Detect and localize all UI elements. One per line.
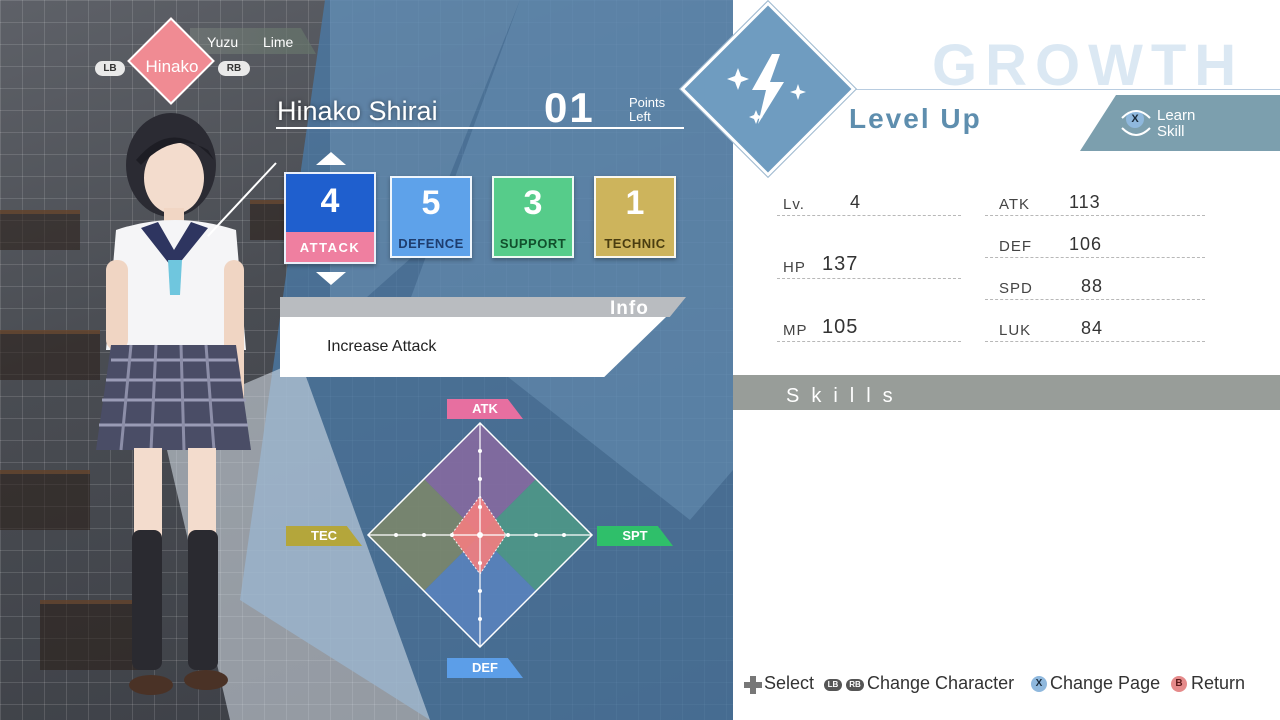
stat-value: 1: [625, 184, 645, 222]
character-tab-yuzu[interactable]: Yuzu: [207, 34, 238, 50]
footer-return[interactable]: Return: [1191, 673, 1245, 694]
status-value: 84: [1081, 318, 1104, 338]
name-underline: [276, 127, 684, 129]
status-label: Lv.: [783, 196, 805, 213]
status-row-lv: Lv. 4: [777, 188, 961, 216]
current-character-name[interactable]: Hinako: [130, 57, 214, 77]
lb-button-icon[interactable]: LB: [95, 61, 125, 76]
stat-box-technic[interactable]: 1 TECHNIC: [594, 176, 676, 258]
status-label: HP: [783, 259, 806, 276]
footer-select: Select: [764, 673, 815, 693]
character-tab-lime[interactable]: Lime: [263, 34, 293, 50]
stat-value: 3: [523, 184, 543, 222]
status-row-mp: MP 105: [777, 314, 961, 342]
x-button-icon: X: [1031, 676, 1047, 692]
status-row-def: DEF 106: [985, 230, 1205, 258]
status-row-hp: HP 137: [777, 251, 961, 279]
character-full-name: Hinako Shirai: [277, 96, 438, 126]
status-label: ATK: [999, 196, 1031, 213]
status-label: LUK: [999, 322, 1032, 339]
growth-divider: [840, 89, 1280, 90]
status-value: 88: [1081, 276, 1104, 296]
dpad-icon: [744, 676, 762, 694]
status-label: DEF: [999, 238, 1032, 255]
info-description: Increase Attack: [327, 338, 437, 355]
level-up-title: Level Up: [849, 103, 982, 134]
rb-button-icon: RB: [846, 679, 864, 691]
status-value: 4: [850, 192, 862, 212]
rb-button-icon[interactable]: RB: [218, 61, 250, 76]
points-left-label: Points Left: [629, 95, 666, 124]
stat-label: TECHNIC: [604, 236, 666, 251]
stat-box-support[interactable]: 3 SUPPORT: [492, 176, 574, 258]
decrease-arrow-icon[interactable]: [316, 272, 346, 285]
stat-box-attack[interactable]: 4 ATTACK: [284, 172, 376, 264]
stat-label: SUPPORT: [499, 236, 567, 251]
status-value: 113: [1069, 192, 1101, 212]
status-row-spd: SPD 88: [985, 272, 1205, 300]
sparkle-lightning-icon: [727, 54, 806, 124]
info-title: Info: [610, 298, 649, 319]
status-value: 106: [1069, 234, 1103, 254]
status-value: 105: [822, 316, 859, 338]
points-left-value: 01: [544, 84, 595, 131]
b-button-icon: B: [1171, 676, 1187, 692]
footer-change-character[interactable]: Change Character: [867, 673, 1014, 694]
stat-label: ATTACK: [286, 232, 374, 262]
stat-value: 4: [320, 182, 340, 220]
cycle-arrows-icon: [1121, 110, 1151, 136]
footer-change-page[interactable]: Change Page: [1050, 673, 1160, 694]
status-row-atk: ATK 113: [985, 188, 1205, 216]
lb-button-icon: LB: [824, 679, 842, 691]
learn-skill-label: Learn Skill: [1157, 107, 1196, 140]
status-label: MP: [783, 322, 808, 339]
status-value: 137: [822, 253, 859, 275]
skills-header: Skills: [786, 385, 905, 407]
stat-label: DEFENCE: [398, 236, 464, 251]
status-label: SPD: [999, 280, 1033, 297]
status-row-luk: LUK 84: [985, 314, 1205, 342]
stat-value: 5: [421, 184, 441, 222]
stat-box-defence[interactable]: 5 DEFENCE: [390, 176, 472, 258]
increase-arrow-icon[interactable]: [316, 152, 346, 165]
